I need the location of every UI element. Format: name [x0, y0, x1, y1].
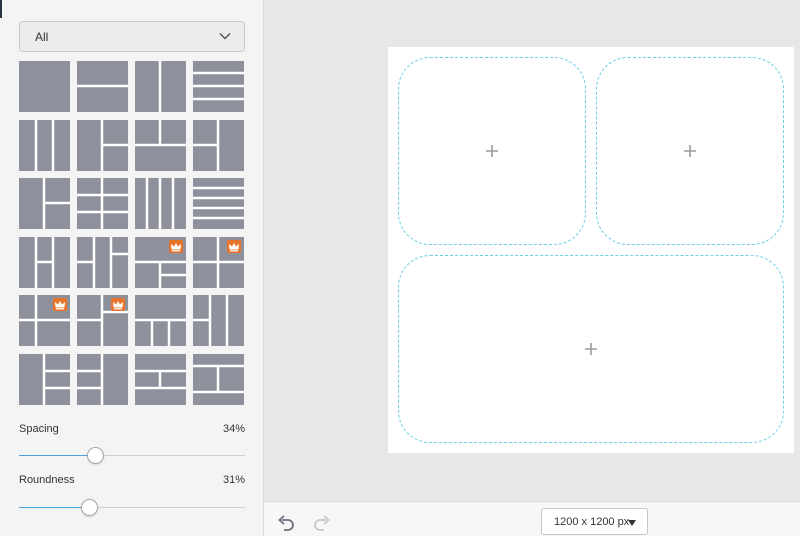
spacing-label: Spacing	[19, 423, 59, 435]
redo-icon[interactable]	[312, 514, 332, 532]
caret-down-icon	[628, 520, 636, 526]
layout-option-top-wide-three-bottom[interactable]	[135, 295, 186, 346]
layout-preview	[34, 119, 55, 171]
layout-preview	[135, 369, 186, 389]
layout-option-top-split-bottom-wide[interactable]	[135, 119, 186, 171]
crown-icon	[169, 239, 183, 253]
panel-edge-marker	[0, 0, 2, 18]
plus-icon	[585, 343, 597, 355]
layout-preview	[34, 236, 55, 288]
layout-preview	[145, 178, 175, 229]
roundness-slider-thumb[interactable]	[80, 499, 98, 516]
layout-preview	[135, 119, 186, 146]
layout-option-five-rows[interactable]	[193, 178, 244, 229]
layout-option-mixed-grid[interactable]	[77, 295, 128, 346]
layout-option-top-split-bottom-stack[interactable]	[193, 236, 244, 288]
layout-option-grid-2x2-wide-left[interactable]	[77, 119, 128, 171]
layout-option-single[interactable]	[19, 61, 70, 112]
spacing-slider-thumb[interactable]	[87, 447, 105, 464]
layout-option-rows-split[interactable]	[135, 353, 186, 405]
layout-option-rows-grid[interactable]	[193, 353, 244, 405]
collage-cell-bottom[interactable]	[398, 255, 784, 443]
layout-filter-value: All	[35, 29, 49, 44]
layout-option-grid-2x3[interactable]	[77, 178, 128, 229]
layout-option-tall-left-grid[interactable]	[193, 295, 244, 346]
layout-preview	[193, 364, 244, 393]
plus-icon	[684, 145, 696, 157]
spacing-slider-fill	[19, 455, 96, 456]
layout-option-three-columns[interactable]	[19, 119, 70, 171]
layout-option-four-rows[interactable]	[193, 61, 244, 112]
layout-preview	[77, 178, 128, 229]
canvas-size-select[interactable]: 1200 x 1200 px	[541, 508, 648, 535]
layout-preview	[77, 353, 104, 405]
layout-option-columns-mixed-a[interactable]	[19, 236, 70, 288]
layout-filter-dropdown[interactable]: All	[19, 21, 245, 52]
collage-canvas	[388, 47, 794, 453]
layout-panel: All Spacing 34% Roundness 31%	[0, 0, 264, 536]
layout-preview	[77, 236, 128, 288]
layout-preview	[135, 318, 186, 346]
layout-option-left-tall-right-stack[interactable]	[19, 178, 70, 229]
spacing-value: 34%	[222, 423, 245, 435]
layout-option-column-rows-mixed[interactable]	[77, 353, 128, 405]
layout-option-four-columns[interactable]	[135, 178, 186, 229]
layout-preview	[193, 71, 244, 101]
layout-option-columns-mixed-b[interactable]	[77, 236, 128, 288]
layout-option-top-wide-bottom-grid[interactable]	[135, 236, 186, 288]
bottom-toolbar	[264, 501, 800, 536]
collage-cell-top-right[interactable]	[596, 57, 784, 245]
layout-preview	[158, 61, 162, 112]
layout-option-left-column-grid[interactable]	[19, 295, 70, 346]
crown-icon	[53, 298, 67, 311]
roundness-slider[interactable]	[19, 507, 245, 508]
spacing-slider[interactable]	[19, 455, 245, 456]
layout-preview	[193, 119, 220, 171]
chevron-down-icon	[219, 32, 231, 40]
crown-icon	[111, 298, 125, 311]
layout-preview	[193, 295, 229, 346]
collage-cell-top-left[interactable]	[398, 57, 586, 245]
layout-preview	[100, 119, 128, 171]
roundness-slider-fill	[19, 507, 90, 508]
roundness-label: Roundness	[19, 474, 75, 486]
layout-option-left-stack-right-tall[interactable]	[193, 119, 244, 171]
canvas-size-label: 1200 x 1200 px	[554, 515, 630, 528]
layout-option-two-columns[interactable]	[135, 61, 186, 112]
layout-preview	[42, 178, 70, 229]
layout-preview	[193, 186, 244, 220]
layout-option-left-tall-rows[interactable]	[19, 353, 70, 405]
plus-icon	[486, 145, 498, 157]
crown-icon	[227, 239, 241, 253]
layout-preview	[42, 353, 70, 405]
layout-preview	[77, 84, 128, 88]
roundness-value: 31%	[222, 474, 245, 486]
undo-icon[interactable]	[276, 514, 296, 532]
layout-option-two-rows[interactable]	[77, 61, 128, 112]
layout-preview	[19, 61, 70, 112]
